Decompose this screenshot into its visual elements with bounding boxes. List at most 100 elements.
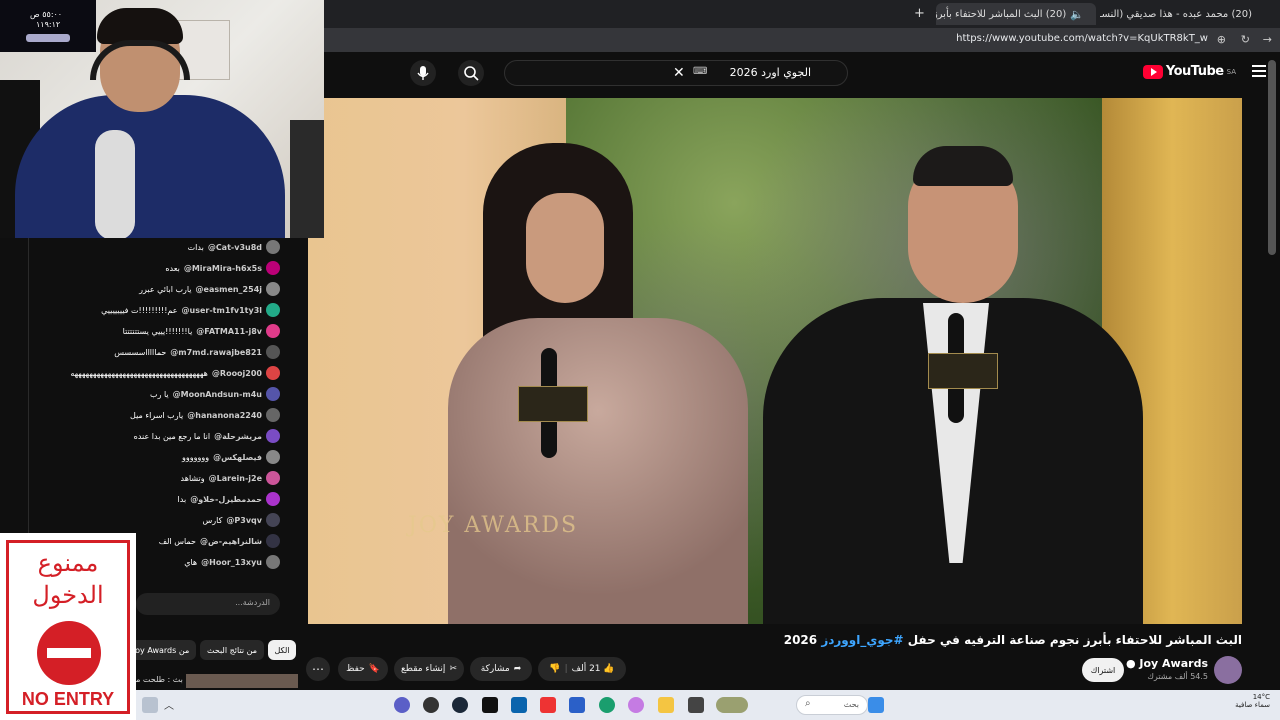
more-actions-button[interactable]: ⋯ [306,657,330,681]
gift-icon[interactable] [540,697,556,713]
capcut-icon[interactable] [482,697,498,713]
chat-avatar[interactable] [266,429,280,443]
lock-icon[interactable]: ⊕ [1217,33,1226,46]
bookmark-icon: 🔖 [368,664,380,674]
store-icon[interactable] [569,697,585,713]
chat-avatar[interactable] [266,345,280,359]
file-explorer-icon[interactable] [658,697,674,713]
dislike-icon[interactable]: 👎 [549,664,560,674]
chat-avatar[interactable] [266,366,280,380]
chat-username[interactable]: @hananona2240 [187,411,262,420]
no-entry-english: NO ENTRY [21,689,115,709]
chat-username[interactable]: @فيصلهكس [213,453,262,462]
page-scrollbar[interactable] [1268,60,1276,255]
clip-button[interactable]: ✂ إنشاء مقطع [394,657,464,681]
chat-username[interactable]: @Hoor_13xyu [201,558,262,567]
chat-message: @حمدمطيرل-خلاو بدا [178,490,280,508]
search-input[interactable]: الجوي اورد 2026 [730,66,811,79]
chat-message: @Larein-j2e وتشاهد [181,469,280,487]
chat-username[interactable]: @Roooj200 [212,369,262,378]
mute-tab-icon[interactable]: 🔈 [1070,8,1084,21]
search-icon: ⌕ [805,698,811,709]
youtube-logo[interactable]: YouTube SA [1142,64,1236,79]
youtube-header: YouTube SA الجوي اورد 2026 ⌨ ✕ [324,52,1280,96]
microphone-flag-right [928,353,998,389]
steam-icon[interactable] [452,697,468,713]
video-player[interactable]: JOY AWARDS [308,98,1242,624]
chat-username[interactable]: @MoonAndsun-m4u [173,390,262,399]
outlook-icon[interactable] [511,697,527,713]
browser-tab-mohammed-abdo[interactable]: (20) محمد عبده - هذا صديقي (النسـ × [1100,3,1260,25]
copilot-icon[interactable] [628,697,644,713]
chat-username[interactable]: @user-tm1fv1ty3l [182,306,262,315]
chat-avatar[interactable] [266,534,280,548]
chat-avatar[interactable] [266,303,280,317]
like-button[interactable]: 👍 21 ألف [572,664,615,674]
chat-username[interactable]: @MiraMira-h6x5s [184,264,262,273]
chip-search-results[interactable]: من نتائج البحث [200,640,264,660]
webcam-panel-line1: ٥٥:٠٠ ص [30,10,63,19]
start-windows-icon[interactable] [868,697,884,713]
chat-username[interactable]: @Larein-j2e [209,474,262,483]
channel-name[interactable]: ● Joy Awards [1126,657,1208,670]
chat-username[interactable]: @Cat-v3u8d [208,243,262,252]
chat-avatar[interactable] [266,492,280,506]
weather-widget[interactable]: 14°C سماء صافية [1235,693,1270,709]
chat-text: كارس [202,515,223,525]
chat-username[interactable]: @حمدمطيرل-خلاو [190,495,262,504]
keyboard-icon[interactable]: ⌨ [693,66,707,77]
channel-avatar[interactable] [1214,656,1242,684]
chat-avatar[interactable] [266,240,280,254]
search-button[interactable] [458,60,484,86]
back-icon[interactable]: → [1263,33,1272,46]
tray-chevron-icon[interactable]: ︿ [164,697,174,712]
taskbar-search-text: بحث [843,700,859,709]
edge-icon[interactable] [599,697,615,713]
chat-avatar[interactable] [266,261,280,275]
chat-text: يا رب [150,389,169,399]
hamburger-menu-icon[interactable] [1252,65,1266,77]
chip-all[interactable]: الكل [268,640,296,660]
related-video-title[interactable]: بث : طلحت من [130,675,183,684]
chat-avatar[interactable] [266,555,280,569]
chat-username[interactable]: @easmen_254j [196,285,262,294]
network-icon[interactable] [142,697,158,713]
chat-username[interactable]: @m7md.rawajbe821 [170,348,262,357]
chat-username[interactable]: @P3vqv [226,516,262,525]
browser-tab-joy-awards[interactable]: 🔈 (20) البث المباشر للاحتفاء بأبرز ن × [936,3,1096,25]
related-video-thumbnail[interactable] [186,674,298,688]
chat-input[interactable]: الدردشة... [136,593,280,615]
chat-avatar[interactable] [266,324,280,338]
video-title-hashtag[interactable]: #جوي_اووردز [821,633,903,647]
webcam-info-panel: ٥٥:٠٠ ص ١١٩:١٢ [0,0,96,52]
chat-username[interactable]: @مريشرحلة [214,432,262,441]
chat-text: يارب ابائي عبرر [139,284,192,294]
chat-avatar[interactable] [266,282,280,296]
chat-avatar[interactable] [266,471,280,485]
app-icon[interactable] [688,697,704,713]
url-field[interactable]: https://www.youtube.com/watch?v=KqUkTR8k… [956,33,1208,44]
chat-avatar[interactable] [266,513,280,527]
chat-message: @MiraMira-h6x5s بعده [165,259,280,277]
reload-icon[interactable]: ↻ [1241,33,1250,46]
chat-message: @FATMA11-j8v يا!!!!!!!يييي يستتتتتتا [123,322,280,340]
temperature: 14°C [1252,693,1270,701]
discord-icon[interactable] [394,697,410,713]
chat-avatar[interactable] [266,408,280,422]
obs-icon[interactable] [423,697,439,713]
subscribe-button[interactable]: اشتراك [1082,658,1124,682]
taskbar-search-input[interactable]: بحث ⌕ [796,695,868,715]
search-box[interactable]: الجوي اورد 2026 ⌨ ✕ [504,60,848,86]
clear-search-icon[interactable]: ✕ [673,65,685,81]
new-tab-button[interactable]: + [914,6,925,21]
share-button[interactable]: ➦ مشاركة [470,657,532,681]
webcam-streamer-body [15,95,285,238]
chip-joy-awards[interactable]: من Joy Awards [126,640,196,660]
voice-search-button[interactable] [410,60,436,86]
chat-avatar[interactable] [266,387,280,401]
save-button[interactable]: 🔖 حفظ [338,657,388,681]
chat-username[interactable]: @شالنراهيم-ض [200,537,262,546]
chat-username[interactable]: @FATMA11-j8v [196,327,262,336]
game-thumbnail-icon[interactable] [716,697,748,713]
chat-avatar[interactable] [266,450,280,464]
